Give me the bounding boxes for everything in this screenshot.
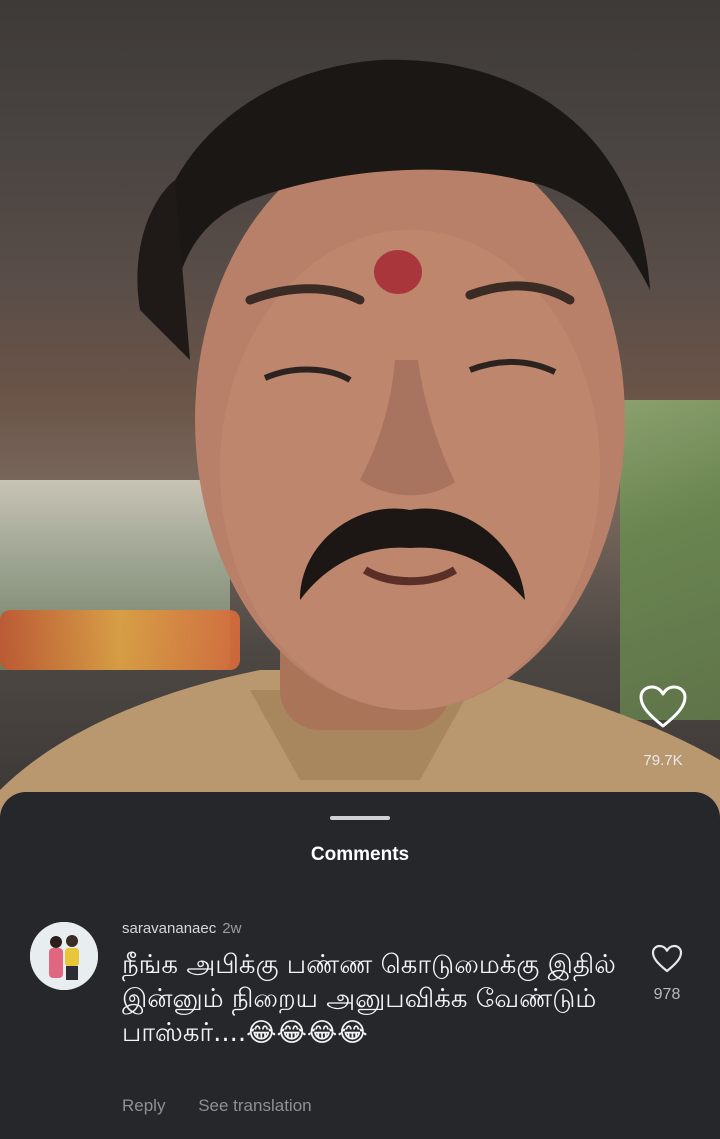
person-in-video	[0, 59, 720, 830]
comments-sheet: Comments saravananaec 2w நீங்க அபிக்கு பண…	[0, 792, 720, 1139]
avatar-photo-icon	[30, 922, 98, 990]
comment-age: 2w	[222, 920, 242, 937]
comment-username[interactable]: saravananaec	[122, 920, 216, 937]
comment-text: நீங்க அபிக்கு பண்ண கொடுமைக்கு இதில் இன்ன…	[122, 950, 616, 1048]
heart-outline-icon[interactable]	[638, 684, 688, 730]
comment-actions: Reply See translation	[122, 1096, 340, 1116]
see-translation-button[interactable]: See translation	[198, 1096, 311, 1115]
comment-heart-icon[interactable]	[651, 944, 683, 974]
avatar[interactable]	[30, 922, 98, 990]
sheet-title: Comments	[310, 844, 410, 865]
comment-header: saravananaec 2w	[122, 920, 241, 937]
video-like-count: 79.7K	[643, 752, 683, 769]
video-player[interactable]: 79.7K	[0, 0, 720, 830]
reply-button[interactable]: Reply	[122, 1096, 165, 1115]
comment-like-count: 978	[653, 986, 681, 1003]
sheet-drag-handle[interactable]	[330, 816, 390, 820]
